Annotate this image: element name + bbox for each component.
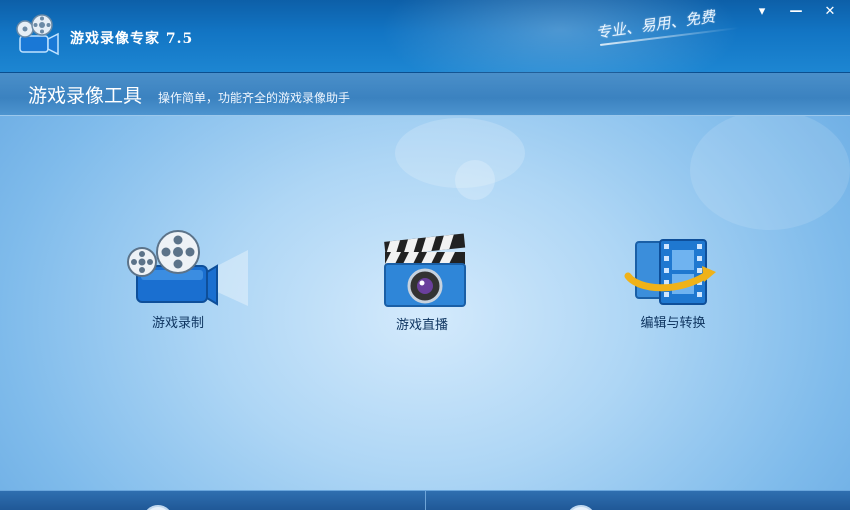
- game-record-button[interactable]: 游戏录制: [103, 228, 253, 338]
- close-button[interactable]: ✕: [818, 2, 842, 22]
- clapperboard-camera-icon: [384, 233, 466, 307]
- bottom-tab-knob[interactable]: [566, 505, 596, 510]
- section-header: 游戏录像工具 操作简单，功能齐全的游戏录像助手: [0, 73, 850, 116]
- minimize-button[interactable]: —: [784, 2, 808, 22]
- title-bar[interactable]: 游戏录像专家 7.5 专业、易用、免费 ▾ — ✕: [0, 0, 850, 100]
- film-convert-icon: [624, 239, 716, 305]
- section-description: 操作简单，功能齐全的游戏录像助手: [158, 91, 351, 105]
- app-title: 游戏录像专家 7.5: [70, 31, 194, 47]
- bokeh-light: [455, 160, 495, 200]
- edit-convert-label: 编辑与转换: [640, 316, 706, 331]
- game-live-button[interactable]: 游戏直播: [347, 230, 497, 340]
- section-title: 游戏录像工具: [28, 85, 143, 107]
- edit-convert-button[interactable]: 编辑与转换: [598, 228, 748, 338]
- game-live-label: 游戏直播: [395, 318, 448, 333]
- app-logo-icon: [16, 14, 59, 56]
- app-window: 游戏录像专家 7.5 专业、易用、免费 ▾ — ✕ 游戏录像工具 操作简单，功能…: [0, 0, 850, 510]
- bokeh-light: [690, 110, 850, 230]
- bottom-divider: [425, 491, 426, 510]
- menu-dropdown-button[interactable]: ▾: [750, 2, 774, 22]
- bottom-tab-knob[interactable]: [143, 505, 173, 510]
- game-record-label: 游戏录制: [151, 316, 204, 331]
- film-camera-icon: [127, 230, 248, 306]
- bottom-bar: [0, 490, 850, 510]
